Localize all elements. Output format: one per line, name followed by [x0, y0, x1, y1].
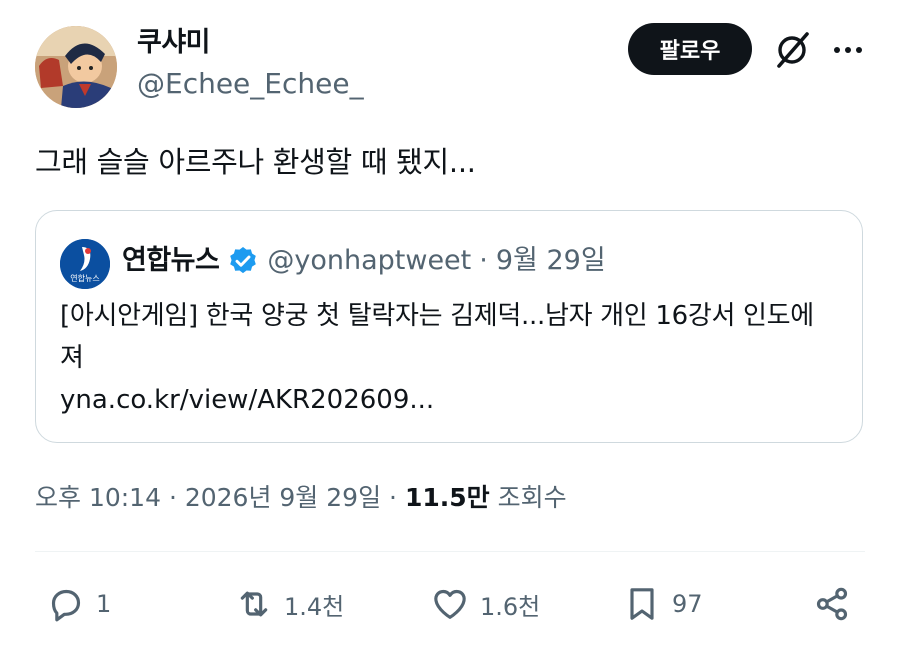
action-bar: 1 1.4천 1.6천 97 [0, 576, 900, 632]
quote-avatar-label: 연합뉴스 [70, 274, 99, 283]
retweet-count: 1.4천 [284, 592, 345, 621]
author-avatar[interactable] [35, 26, 117, 108]
verified-badge-icon [230, 247, 257, 274]
tweet-timestamp[interactable]: 오후 10:14 · 2026년 9월 29일 [35, 483, 381, 512]
like-count: 1.6천 [480, 592, 541, 621]
tweet-meta: 오후 10:14 · 2026년 9월 29일 · 11.5만 조회수 [35, 478, 567, 518]
quote-date[interactable]: 9월 29일 [496, 241, 606, 281]
reply-icon [51, 589, 81, 622]
quote-author-name[interactable]: 연합뉴스 [122, 241, 220, 281]
follow-button[interactable]: 팔로우 [628, 23, 752, 75]
bookmark-count: 97 [672, 590, 703, 618]
reply-button[interactable]: 1 [46, 576, 111, 632]
more-icon[interactable] [826, 28, 870, 72]
tweet-text: 그래 슬슬 아르주나 환생할 때 됐지... [35, 145, 476, 179]
share-icon [816, 587, 848, 621]
bookmark-button[interactable]: 97 [622, 576, 703, 632]
divider [35, 551, 865, 552]
author-info: 쿠샤미 @Echee_Echee_ [137, 26, 364, 104]
quote-author-handle[interactable]: @yonhaptweet [267, 241, 471, 281]
grok-icon[interactable] [770, 28, 814, 72]
avatar-image [35, 26, 117, 108]
retweet-button[interactable]: 1.4천 [234, 576, 344, 632]
retweet-icon [240, 591, 268, 617]
views-count: 11.5만 [404, 483, 490, 512]
bookmark-icon [630, 588, 654, 620]
quote-link[interactable]: yna.co.kr/view/AKR202609... [60, 379, 434, 421]
quote-avatar[interactable]: 연합뉴스 [60, 239, 110, 289]
share-button[interactable] [812, 576, 852, 632]
quote-body-text: [아시안게임] 한국 양궁 첫 탈락자는 김제덕...남자 개인 16강서 인도… [60, 301, 814, 373]
author-handle[interactable]: @Echee_Echee_ [137, 64, 364, 104]
quote-header: 연합뉴스 @yonhaptweet · 9월 29일 [122, 241, 606, 281]
reply-count: 1 [96, 590, 112, 618]
quoted-tweet-card[interactable]: 연합뉴스 연합뉴스 @yonhaptweet · 9월 29일 [아시안게임] … [35, 210, 863, 443]
like-button[interactable]: 1.6천 [430, 576, 540, 632]
heart-icon [434, 589, 466, 619]
views-label: 조회수 [497, 483, 567, 512]
meta-separator: · [389, 483, 397, 512]
quote-separator: · [479, 245, 488, 276]
author-display-name[interactable]: 쿠샤미 [137, 26, 364, 60]
